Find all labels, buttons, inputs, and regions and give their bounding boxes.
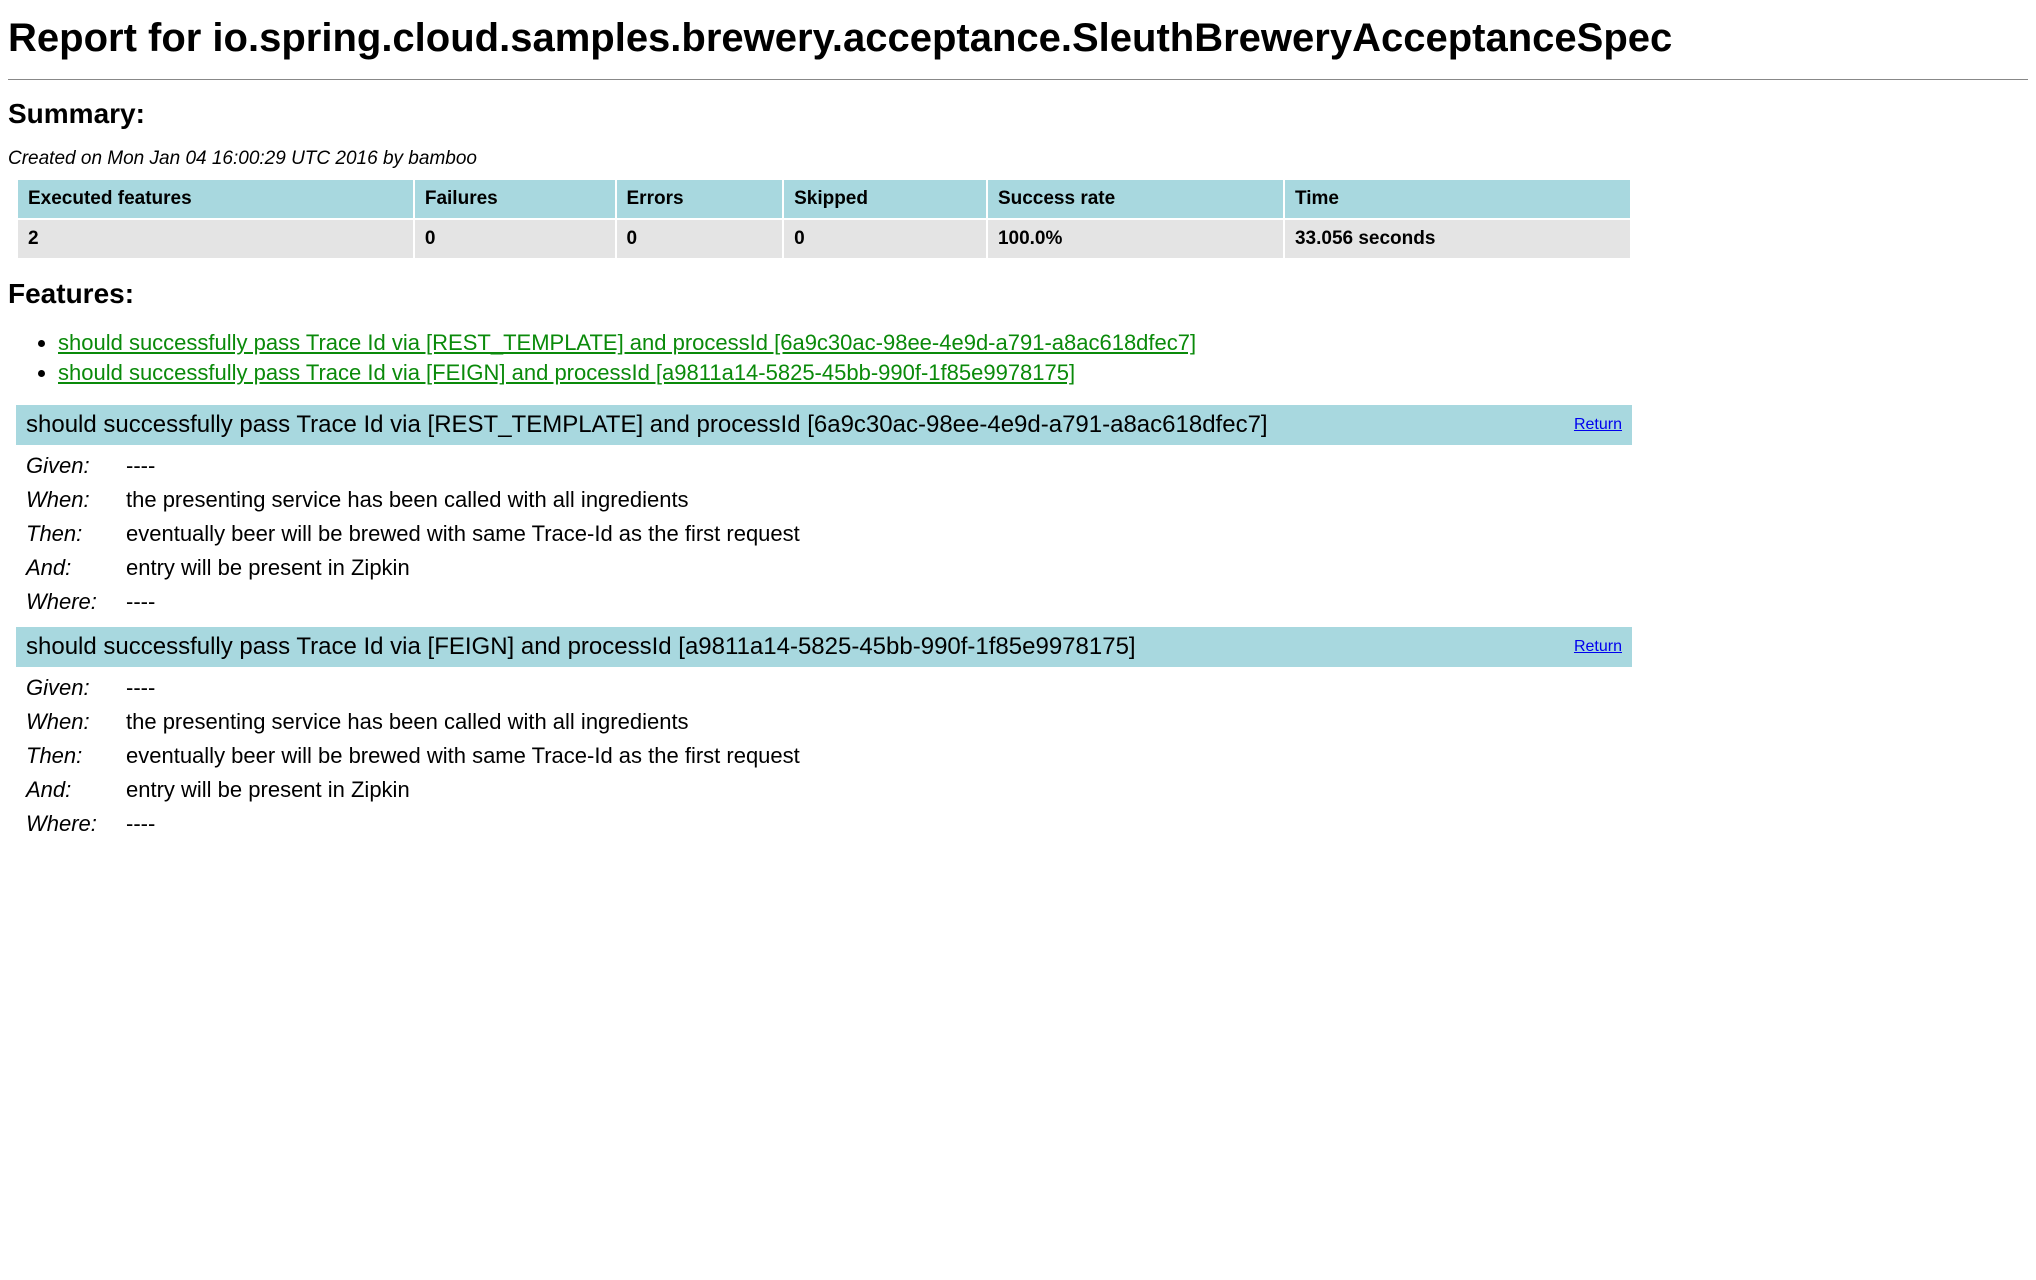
- step-label-given: Given:: [26, 675, 126, 701]
- summary-value: 33.056 seconds: [1285, 220, 1630, 258]
- feature-link[interactable]: should successfully pass Trace Id via [F…: [58, 360, 1075, 385]
- summary-header: Executed features: [18, 180, 413, 218]
- features-heading: Features:: [8, 278, 2028, 310]
- summary-header: Failures: [415, 180, 615, 218]
- step-row: And: entry will be present in Zipkin: [26, 551, 1632, 585]
- return-link[interactable]: Return: [1574, 416, 1622, 434]
- step-text: entry will be present in Zipkin: [126, 555, 1632, 581]
- feature-steps: Given: ---- When: the presenting service…: [16, 667, 1632, 845]
- summary-header-row: Executed features Failures Errors Skippe…: [18, 180, 1630, 218]
- step-label-then: Then:: [26, 743, 126, 769]
- summary-header: Skipped: [784, 180, 986, 218]
- step-row: Where: ----: [26, 585, 1632, 619]
- feature-header: should successfully pass Trace Id via [F…: [16, 627, 1632, 667]
- feature-steps: Given: ---- When: the presenting service…: [16, 445, 1632, 623]
- divider: [8, 79, 2028, 80]
- step-text: ----: [126, 811, 1632, 837]
- summary-value: 0: [415, 220, 615, 258]
- step-label-then: Then:: [26, 521, 126, 547]
- step-label-where: Where:: [26, 589, 126, 615]
- summary-heading: Summary:: [8, 98, 2028, 130]
- summary-header: Success rate: [988, 180, 1283, 218]
- step-label-and: And:: [26, 777, 126, 803]
- summary-header: Time: [1285, 180, 1630, 218]
- step-text: eventually beer will be brewed with same…: [126, 743, 1632, 769]
- feature-link[interactable]: should successfully pass Trace Id via [R…: [58, 330, 1196, 355]
- return-link[interactable]: Return: [1574, 638, 1622, 656]
- step-row: Then: eventually beer will be brewed wit…: [26, 739, 1632, 773]
- step-row: And: entry will be present in Zipkin: [26, 773, 1632, 807]
- feature-title: should successfully pass Trace Id via [R…: [26, 411, 1430, 439]
- step-text: ----: [126, 589, 1632, 615]
- step-row: Where: ----: [26, 807, 1632, 841]
- step-label-when: When:: [26, 709, 126, 735]
- step-label-when: When:: [26, 487, 126, 513]
- feature-block: should successfully pass Trace Id via [F…: [16, 627, 1632, 845]
- summary-value: 0: [784, 220, 986, 258]
- page-title: Report for io.spring.cloud.samples.brewe…: [8, 16, 2028, 61]
- step-text: eventually beer will be brewed with same…: [126, 521, 1632, 547]
- step-label-and: And:: [26, 555, 126, 581]
- step-row: Then: eventually beer will be brewed wit…: [26, 517, 1632, 551]
- created-text: Created on Mon Jan 04 16:00:29 UTC 2016 …: [8, 148, 2028, 170]
- summary-value: 0: [617, 220, 783, 258]
- feature-block: should successfully pass Trace Id via [R…: [16, 405, 1632, 623]
- feature-link-item: should successfully pass Trace Id via [R…: [58, 328, 2028, 358]
- step-label-where: Where:: [26, 811, 126, 837]
- step-row: Given: ----: [26, 449, 1632, 483]
- feature-link-item: should successfully pass Trace Id via [F…: [58, 358, 2028, 388]
- step-text: the presenting service has been called w…: [126, 487, 1632, 513]
- feature-link-list: should successfully pass Trace Id via [R…: [8, 328, 2028, 387]
- summary-value-row: 2 0 0 0 100.0% 33.056 seconds: [18, 220, 1630, 258]
- step-text: the presenting service has been called w…: [126, 709, 1632, 735]
- feature-header: should successfully pass Trace Id via [R…: [16, 405, 1632, 445]
- summary-header: Errors: [617, 180, 783, 218]
- step-text: entry will be present in Zipkin: [126, 777, 1632, 803]
- summary-value: 100.0%: [988, 220, 1283, 258]
- step-text: ----: [126, 675, 1632, 701]
- summary-table: Executed features Failures Errors Skippe…: [16, 178, 1632, 260]
- summary-value: 2: [18, 220, 413, 258]
- step-row: Given: ----: [26, 671, 1632, 705]
- step-text: ----: [126, 453, 1632, 479]
- step-row: When: the presenting service has been ca…: [26, 483, 1632, 517]
- step-row: When: the presenting service has been ca…: [26, 705, 1632, 739]
- feature-title: should successfully pass Trace Id via [F…: [26, 633, 1430, 661]
- step-label-given: Given:: [26, 453, 126, 479]
